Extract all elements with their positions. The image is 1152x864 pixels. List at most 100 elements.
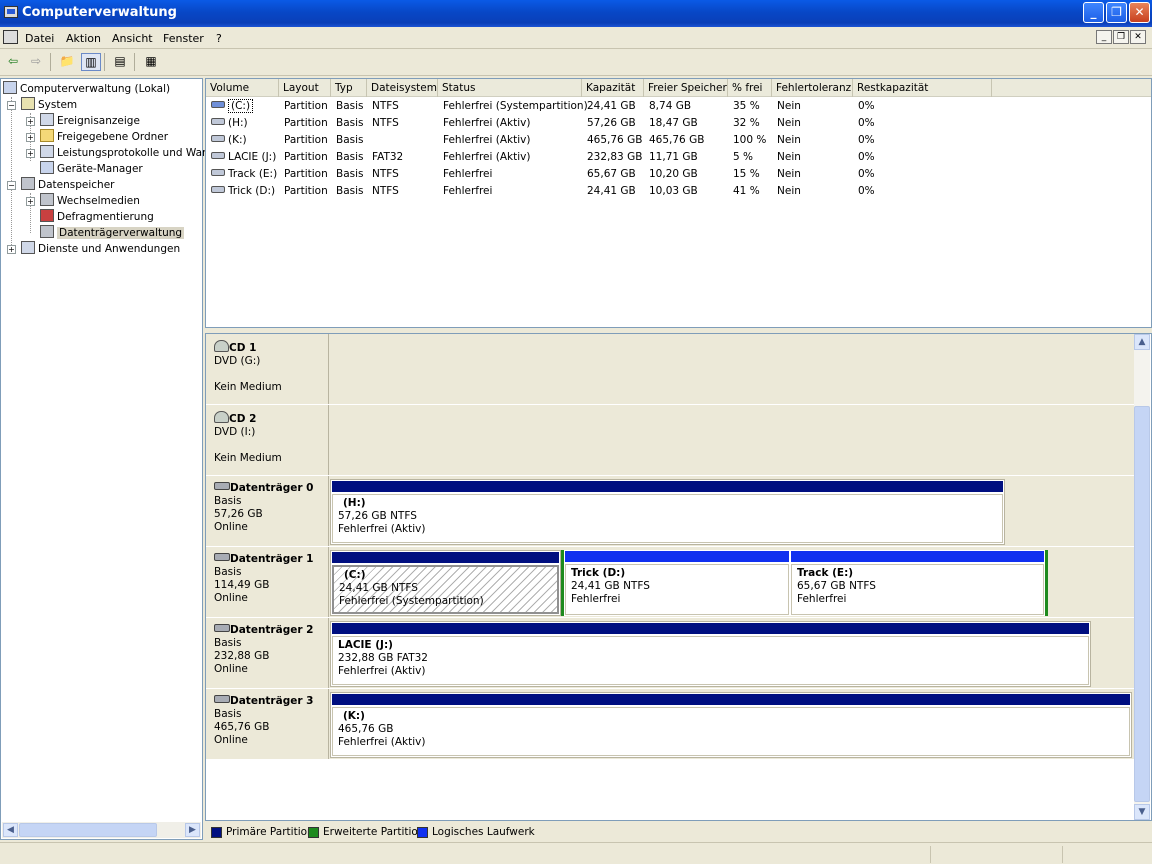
mdi-restore-button[interactable]: ❐ — [1113, 30, 1129, 44]
scroll-right-icon[interactable]: ▶ — [185, 823, 200, 837]
expand-wechselmedien-button[interactable]: + — [26, 197, 35, 206]
table-row[interactable]: (H:) Partition Basis NTFS Fehlerfrei (Aktiv)… — [206, 115, 1151, 132]
tree-wechselmedien[interactable]: Wechselmedien — [40, 193, 140, 209]
help-icon[interactable]: ▦ — [141, 53, 161, 71]
table-row[interactable]: Trick (D:) Partition Basis NTFS Fehlerfrei 24… — [206, 183, 1151, 200]
menu-help[interactable]: ? — [216, 32, 222, 45]
mdi-close-button[interactable]: ✕ — [1130, 30, 1146, 44]
disk-row-cd1[interactable]: CD 1 DVD (G:) Kein Medium — [206, 334, 1135, 405]
forward-arrow-icon[interactable]: ⇨ — [26, 53, 46, 71]
table-cell: Fehlerfrei (Systempartition) — [443, 100, 588, 112]
tree-root[interactable]: Computerverwaltung (Lokal) — [3, 81, 170, 97]
disk-type: Basis — [214, 637, 242, 649]
expand-leistung-button[interactable]: + — [26, 149, 35, 158]
col-dateisystem[interactable]: Dateisystem — [367, 79, 438, 97]
tree-dienste[interactable]: Dienste und Anwendungen — [21, 241, 180, 257]
disk-type: Basis — [214, 708, 242, 720]
table-cell: Partition — [284, 100, 328, 112]
scroll-down-icon[interactable]: ▼ — [1134, 804, 1150, 820]
minimize-button[interactable]: _ — [1083, 2, 1104, 23]
col-volume[interactable]: Volume — [206, 79, 279, 97]
scroll-thumb[interactable] — [1134, 406, 1150, 802]
tree-freigegebene-ordner[interactable]: Freigegebene Ordner — [40, 129, 168, 145]
title-bar: Computerverwaltung _ ❐ ✕ — [0, 0, 1152, 27]
partition-body: Trick (D:) 24,41 GB NTFS Fehlerfrei — [565, 564, 789, 615]
col-typ[interactable]: Typ — [331, 79, 367, 97]
col-status[interactable]: Status — [438, 79, 582, 97]
table-row[interactable]: LACIE (J:) Partition Basis FAT32 Fehlerfrei … — [206, 149, 1151, 166]
partition-d[interactable]: Trick (D:) 24,41 GB NTFS Fehlerfrei — [564, 550, 790, 616]
tree-ereignisanzeige[interactable]: Ereignisanzeige — [40, 113, 140, 129]
scroll-left-icon[interactable]: ◀ — [3, 823, 18, 837]
partition-name: (H:) — [343, 497, 366, 509]
mdi-minimize-button[interactable]: _ — [1096, 30, 1112, 44]
system-menu-icon[interactable] — [3, 30, 18, 44]
primary-partition-bar — [332, 552, 559, 563]
tree-defragmentierung[interactable]: Defragmentierung — [40, 209, 154, 225]
disk-info-0[interactable]: Datenträger 0 Basis 57,26 GB Online — [206, 476, 329, 546]
disk-row-3[interactable]: Datenträger 3 Basis 465,76 GB Online (K:… — [206, 689, 1135, 760]
properties-icon[interactable]: ▤ — [110, 53, 130, 71]
expand-dienste-button[interactable]: + — [7, 245, 16, 254]
menu-ansicht[interactable]: Ansicht — [112, 32, 153, 45]
tree-system[interactable]: System — [21, 97, 77, 113]
disk-info-cd1[interactable]: CD 1 DVD (G:) Kein Medium — [206, 334, 329, 404]
menu-aktion[interactable]: Aktion — [66, 32, 101, 45]
table-cell: (K:) — [211, 134, 247, 146]
maximize-button[interactable]: ❐ — [1106, 2, 1127, 23]
table-row[interactable]: (C:) Partition Basis NTFS Fehlerfrei (System… — [206, 98, 1151, 115]
menu-datei[interactable]: Datei — [25, 32, 54, 45]
scroll-thumb[interactable] — [19, 823, 157, 837]
disk-name: CD 2 — [229, 413, 257, 425]
back-arrow-icon[interactable]: ⇦ — [3, 53, 23, 71]
disk-management-icon — [40, 225, 54, 238]
scroll-up-icon[interactable]: ▲ — [1134, 334, 1150, 350]
col-kapazitaet[interactable]: Kapazität — [582, 79, 644, 97]
toolbar-separator — [50, 53, 51, 71]
col-fehlertoleranz[interactable]: Fehlertoleranz — [772, 79, 853, 97]
partition-size: 65,67 GB NTFS — [797, 580, 876, 592]
close-button[interactable]: ✕ — [1129, 2, 1150, 23]
col-restkapazitaet[interactable]: Restkapazität — [853, 79, 992, 97]
table-row[interactable]: (K:) Partition Basis Fehlerfrei (Aktiv) 465,… — [206, 132, 1151, 149]
graph-vertical-scrollbar[interactable]: ▲ ▼ — [1134, 334, 1150, 820]
show-tree-icon[interactable]: ▥ — [81, 53, 101, 71]
tree-datenspeicher[interactable]: Datenspeicher — [21, 177, 114, 193]
disk-info-1[interactable]: Datenträger 1 Basis 114,49 GB Online — [206, 547, 329, 617]
mdi-controls: _ ❐ ✕ — [1095, 30, 1146, 44]
table-cell: Track (E:) — [211, 168, 277, 180]
table-cell: Partition — [284, 168, 328, 180]
disk-row-1[interactable]: Datenträger 1 Basis 114,49 GB Online (C:… — [206, 547, 1135, 618]
collapse-datenspeicher-button[interactable]: − — [7, 181, 16, 190]
tree-datentraegerverwaltung[interactable]: Datenträgerverwaltung — [40, 225, 185, 241]
up-folder-icon[interactable]: 📁 — [57, 53, 77, 71]
partition-c[interactable]: (C:) 24,41 GB NTFS Fehlerfrei (Systempar… — [330, 550, 561, 616]
expand-ereignisanzeige-button[interactable]: + — [26, 117, 35, 126]
collapse-system-button[interactable]: − — [7, 101, 16, 110]
table-cell: 0% — [858, 100, 875, 112]
expand-freigegebene-button[interactable]: + — [26, 133, 35, 142]
table-row[interactable]: Track (E:) Partition Basis NTFS Fehlerfrei 65… — [206, 166, 1151, 183]
tree-leistungsprotokolle[interactable]: Leistungsprotokolle und Warn — [40, 145, 213, 161]
partition-k[interactable]: (K:) 465,76 GB Fehlerfrei (Aktiv) — [330, 692, 1132, 758]
partition-h[interactable]: (H:) 57,26 GB NTFS Fehlerfrei (Aktiv) — [330, 479, 1005, 545]
removable-storage-icon — [40, 193, 54, 206]
col-freier-speicher[interactable]: Freier Speicher — [644, 79, 728, 97]
disk-info-2[interactable]: Datenträger 2 Basis 232,88 GB Online — [206, 618, 329, 688]
tree-geraete-manager[interactable]: Geräte-Manager — [40, 161, 143, 177]
disk-row-2[interactable]: Datenträger 2 Basis 232,88 GB Online LAC… — [206, 618, 1135, 689]
disk-info-cd2[interactable]: CD 2 DVD (I:) Kein Medium — [206, 405, 329, 475]
disk-row-0[interactable]: Datenträger 0 Basis 57,26 GB Online (H:)… — [206, 476, 1135, 547]
tree-horizontal-scrollbar[interactable]: ◀ ▶ — [2, 822, 201, 838]
volume-name: Trick (D:) — [228, 185, 276, 197]
partition-e[interactable]: Track (E:) 65,67 GB NTFS Fehlerfrei — [790, 550, 1045, 616]
partition-j[interactable]: LACIE (J:) 232,88 GB FAT32 Fehlerfrei (A… — [330, 621, 1091, 687]
menu-fenster[interactable]: Fenster — [163, 32, 204, 45]
col-prozent-frei[interactable]: % frei — [728, 79, 772, 97]
disk-info-3[interactable]: Datenträger 3 Basis 465,76 GB Online — [206, 689, 329, 759]
volume-icon — [211, 152, 225, 159]
partition-size: 57,26 GB NTFS — [338, 510, 417, 522]
disk-row-cd2[interactable]: CD 2 DVD (I:) Kein Medium — [206, 405, 1135, 476]
col-layout[interactable]: Layout — [279, 79, 331, 97]
logical-swatch — [417, 827, 428, 838]
